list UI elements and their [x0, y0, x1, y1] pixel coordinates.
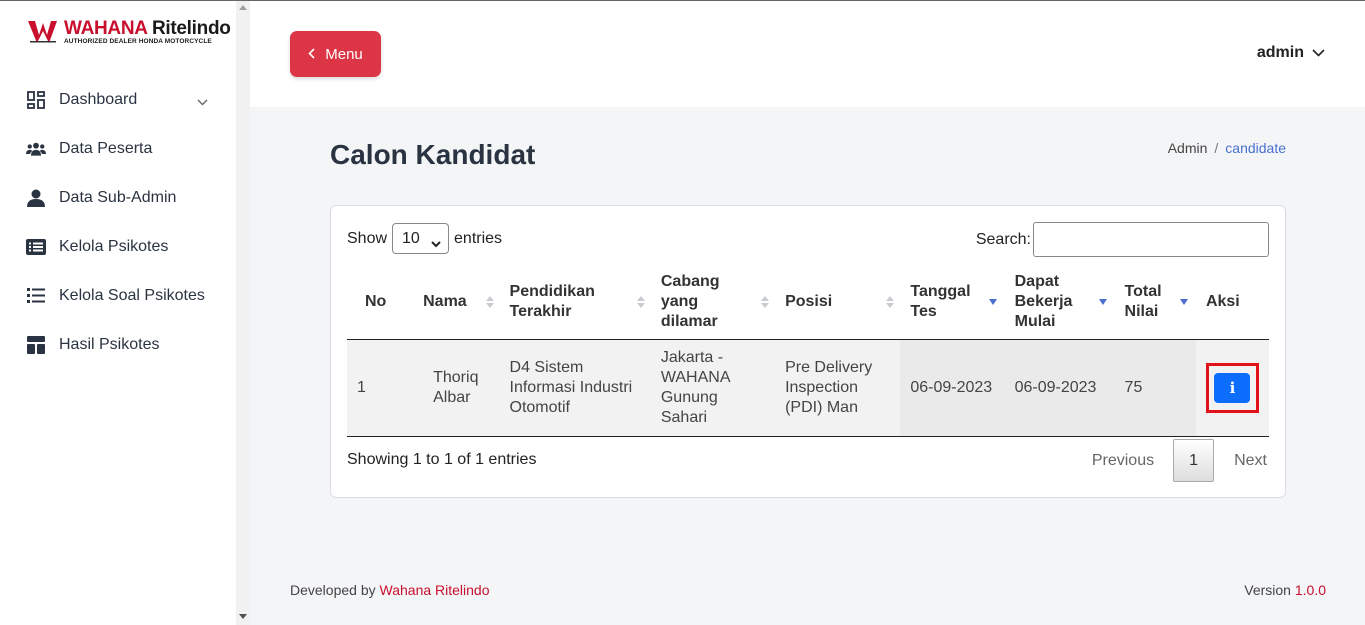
sort-icon [636, 296, 645, 309]
column-header-nama[interactable]: Nama [413, 266, 500, 340]
sidebar-item-data-peserta[interactable]: Data Peserta [0, 124, 236, 173]
sidebar-item-data-sub-admin[interactable]: Data Sub-Admin [0, 173, 236, 222]
page-button-1[interactable]: 1 [1173, 439, 1215, 482]
footer-developed-by: Developed by Wahana Ritelindo [290, 582, 490, 598]
table-row: 1 Thoriq Albar D4 Sistem Informasi Indus… [347, 339, 1269, 437]
search-input[interactable] [1033, 222, 1269, 257]
sidebar: WAHANA Ritelindo AUTHORIZED DEALER HONDA… [0, 1, 250, 625]
brand-name-2: Ritelindo [151, 18, 231, 39]
search-control: Search: [976, 222, 1269, 257]
previous-button[interactable]: Previous [1092, 452, 1154, 470]
sidebar-item-kelola-soal-psikotes[interactable]: Kelola Soal Psikotes [0, 271, 236, 320]
cell-posisi: Pre Delivery Inspection (PDI) Man [775, 339, 901, 437]
logo: WAHANA Ritelindo AUTHORIZED DEALER HONDA… [28, 19, 231, 47]
top-header: Menu admin [250, 1, 1365, 107]
sidebar-item-label: Data Peserta [59, 139, 153, 157]
breadcrumb: Admin / candidate [1167, 140, 1286, 156]
page-size-select[interactable]: 10 [392, 223, 450, 254]
version-number: 1.0.0 [1294, 582, 1326, 598]
breadcrumb-candidate: candidate [1225, 140, 1286, 156]
column-header-cabang[interactable]: Cabang yang dilamar [650, 266, 776, 340]
sort-descending-icon [988, 299, 997, 306]
breadcrumb-admin[interactable]: Admin [1168, 140, 1208, 156]
brand-tagline: AUTHORIZED DEALER HONDA MOTORCYCLE [64, 38, 212, 45]
cell-tanggal-tes: 06-09-2023 [900, 339, 1005, 437]
sidebar-item-label: Hasil Psikotes [59, 335, 160, 353]
chevron-down-icon [431, 235, 441, 253]
entries-label: entries [454, 229, 503, 247]
list-icon [26, 286, 46, 306]
sidebar-item-dashboard[interactable]: Dashboard [0, 75, 236, 124]
info-icon: i [1229, 378, 1236, 397]
page-size-control: Show 10 entries [347, 223, 502, 254]
show-label: Show [347, 229, 388, 247]
chevron-left-icon [308, 46, 315, 63]
column-header-pendidikan[interactable]: Pendidikan Terakhir [499, 266, 651, 340]
sidebar-item-hasil-psikotes[interactable]: Hasil Psikotes [0, 320, 236, 369]
column-header-posisi[interactable]: Posisi [775, 266, 901, 340]
cell-pendidikan: D4 Sistem Informasi Industri Otomotif [499, 339, 651, 437]
sort-descending-icon [1098, 299, 1107, 306]
sidebar-item-label: Kelola Soal Psikotes [59, 286, 205, 304]
sidebar-item-label: Data Sub-Admin [59, 188, 177, 206]
table-summary: Showing 1 to 1 of 1 entries [347, 451, 537, 468]
chevron-down-icon [1312, 44, 1325, 62]
column-header-aksi: Aksi [1195, 266, 1269, 340]
cell-aksi: i [1195, 339, 1269, 437]
candidate-table-card: Show 10 entries Search: No Nama Pendidik… [330, 205, 1286, 498]
sidebar-scrollbar[interactable] [236, 1, 250, 625]
sidebar-item-label: Dashboard [59, 90, 138, 108]
cell-total-nilai: 75 [1114, 339, 1196, 437]
sidebar-nav: Dashboard Data Peserta Data Sub-Admin Ke… [0, 75, 236, 369]
menu-button-label: Menu [325, 45, 363, 63]
column-header-dapat-bekerja[interactable]: Dapat Bekerja Mulai [1004, 266, 1115, 340]
sort-icon [761, 296, 770, 309]
layout-icon [26, 335, 46, 355]
scroll-up-icon[interactable] [239, 5, 247, 10]
candidate-table: No Nama Pendidikan Terakhir Cabang yang … [347, 266, 1269, 437]
pagination: Previous 1 Next [1092, 439, 1267, 482]
cell-nama: Thoriq Albar [413, 339, 500, 437]
sort-descending-icon [1179, 299, 1188, 306]
search-label: Search: [975, 230, 1031, 248]
page-title: Calon Kandidat [330, 139, 536, 170]
sort-icon [886, 296, 895, 309]
column-header-tanggal-tes[interactable]: Tanggal Tes [900, 266, 1005, 340]
page-size-value: 10 [402, 229, 420, 247]
menu-button[interactable]: Menu [290, 31, 381, 77]
grid-icon [26, 90, 46, 110]
column-header-total-nilai[interactable]: Total Nilai [1114, 266, 1196, 340]
users-icon [26, 139, 46, 159]
info-button[interactable]: i [1214, 372, 1251, 403]
sidebar-item-kelola-psikotes[interactable]: Kelola Psikotes [0, 222, 236, 271]
footer-version: Version 1.0.0 [1244, 582, 1326, 598]
cell-no: 1 [347, 339, 414, 437]
user-menu[interactable]: admin [1257, 44, 1325, 62]
cell-cabang: Jakarta - WAHANA Gunung Sahari [650, 339, 776, 437]
user-name: admin [1256, 44, 1304, 61]
footer-company-link[interactable]: Wahana Ritelindo [380, 582, 490, 598]
sort-icon [485, 296, 494, 309]
wahana-logo-icon [28, 19, 60, 47]
sidebar-item-label: Kelola Psikotes [59, 237, 169, 255]
list-card-icon [26, 237, 46, 257]
cell-dapat-bekerja: 06-09-2023 [1004, 339, 1115, 437]
user-icon [26, 188, 46, 208]
column-header-no[interactable]: No [347, 266, 414, 340]
scroll-down-icon[interactable] [239, 614, 247, 619]
highlight-box: i [1205, 362, 1259, 413]
chevron-down-icon [197, 93, 208, 111]
table-header-row: No Nama Pendidikan Terakhir Cabang yang … [347, 266, 1269, 340]
brand-name-1: WAHANA [64, 18, 147, 39]
next-button[interactable]: Next [1234, 452, 1267, 470]
